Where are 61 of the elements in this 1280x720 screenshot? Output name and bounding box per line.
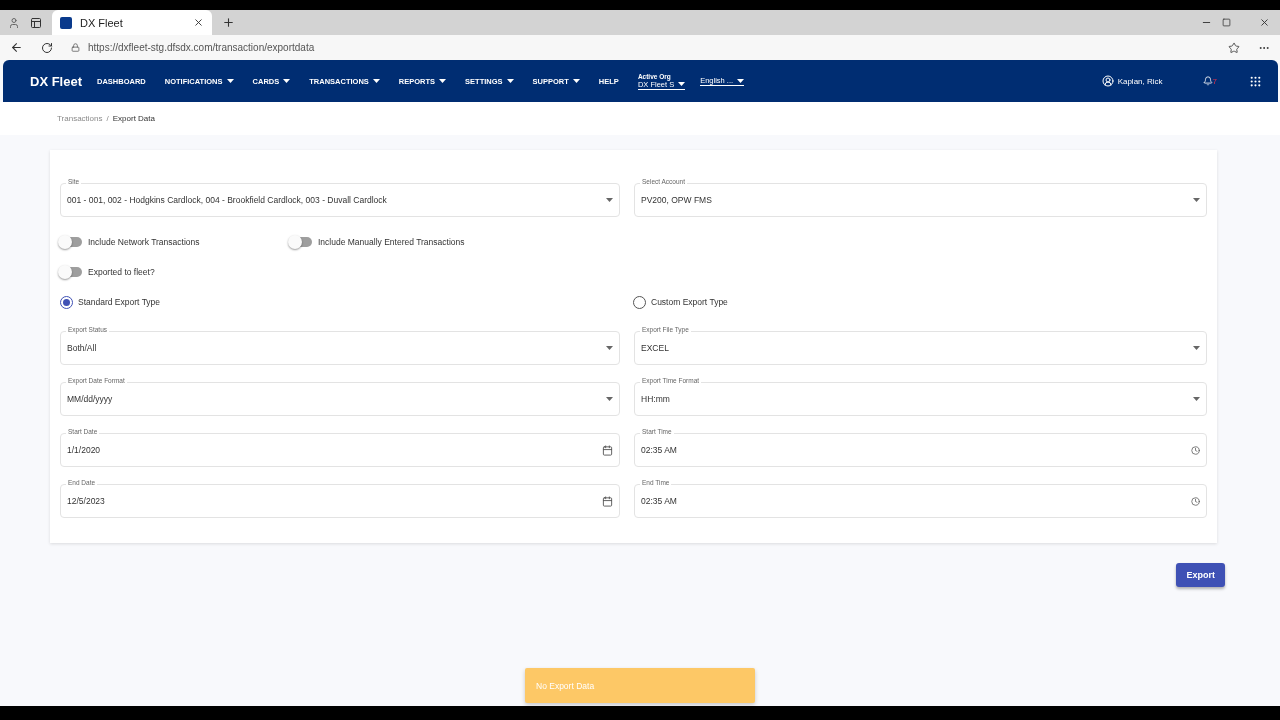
field-value: 02:35 AM [641, 445, 677, 455]
apps-grid-icon [1249, 74, 1262, 88]
field-value: 1/1/2020 [67, 445, 101, 455]
notification-count: 7 [1212, 76, 1217, 86]
toggle-switch[interactable] [290, 237, 312, 247]
caret-icon [606, 198, 613, 202]
field-value: 02:35 AM [641, 496, 677, 506]
field-value: Both/All [67, 343, 97, 353]
bell-icon [1202, 76, 1213, 86]
field-value: 12/5/2023 [67, 496, 105, 506]
breadcrumb-separator: / [106, 114, 109, 123]
close-icon [1259, 17, 1270, 28]
calendar-icon [602, 495, 613, 507]
caret-icon [1193, 198, 1200, 202]
field-value: EXCEL [641, 343, 669, 353]
new-tab-icon [222, 16, 235, 29]
field-value: PV200, OPW FMS [641, 195, 712, 205]
brand-logo: DX Fleet [30, 73, 82, 89]
field-value: HH:mm [641, 394, 670, 404]
caret-icon [737, 78, 745, 83]
favicon-icon [60, 16, 72, 29]
browser-tab[interactable]: DX Fleet [52, 10, 212, 35]
field-value: MM/dd/yyyy [67, 394, 113, 404]
caret-icon [372, 79, 380, 83]
radio-label: Custom Export Type [651, 297, 728, 307]
breadcrumb-item: Export Data [112, 114, 155, 123]
export-button[interactable]: Export [1176, 563, 1225, 587]
caret-icon [678, 82, 686, 86]
toggle-label: Exported to fleet? [88, 267, 155, 277]
caret-icon [226, 79, 234, 83]
profile-icon [8, 16, 20, 29]
tabs-icon [30, 16, 42, 29]
maximize-icon [1222, 18, 1231, 27]
lock-icon [71, 43, 80, 52]
caret-icon [439, 79, 447, 83]
clock-icon [1191, 445, 1200, 455]
caret-icon [283, 79, 291, 83]
close-icon [193, 17, 204, 28]
toggle-switch[interactable] [60, 267, 82, 277]
tab-title: DX Fleet [80, 16, 123, 29]
user-menu[interactable]: Kaplan, Rick [1101, 75, 1163, 87]
user-icon [1101, 75, 1114, 87]
caret-icon [1193, 346, 1200, 350]
caret-icon [572, 79, 580, 83]
reload-icon [41, 41, 53, 54]
url-field[interactable]: https://dxfleet-stg.dfsdx.com/transaction/exportdata [88, 42, 315, 53]
toggle-switch[interactable] [60, 237, 82, 247]
caret-icon [606, 397, 613, 401]
toggle-label: Include Manually Entered Transactions [318, 237, 465, 247]
radio-label: Standard Export Type [78, 297, 161, 307]
toast-message: No Export Data [525, 668, 755, 703]
clock-icon [1191, 496, 1200, 506]
calendar-icon [602, 444, 613, 456]
caret-icon [606, 346, 613, 350]
caret-icon [506, 79, 514, 83]
field-value: 001 - 001, 002 - Hodgkins Cardlock, 004 - Brookfield Cardlock, 003 - Duvall Cardlock [67, 195, 387, 205]
toggle-label: Include Network Transactions [88, 237, 200, 247]
caret-icon [1193, 397, 1200, 401]
breadcrumb-item[interactable]: Transactions [57, 114, 103, 123]
favorite-icon [1228, 41, 1240, 54]
back-icon [10, 41, 23, 54]
